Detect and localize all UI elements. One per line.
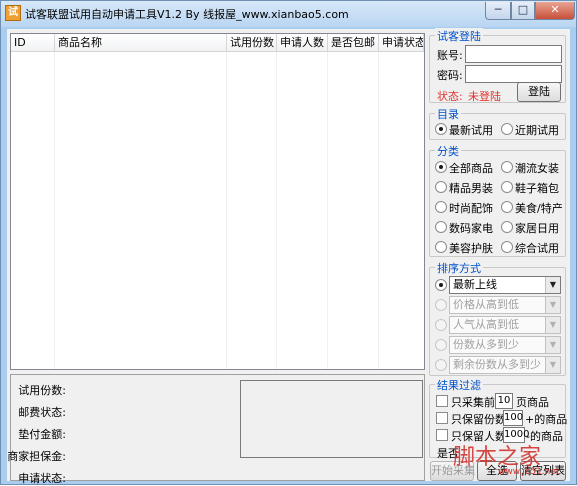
- chevron-down-icon[interactable]: ▼: [545, 277, 560, 293]
- grid-line: [327, 52, 328, 369]
- radio-latest-trial[interactable]: [435, 123, 447, 135]
- collect-pages-input[interactable]: 10: [495, 393, 513, 409]
- chevron-down-icon[interactable]: ▼: [545, 317, 560, 333]
- category-label[interactable]: 家居日用: [515, 220, 559, 236]
- column-trial-count[interactable]: 试用份数: [227, 34, 277, 52]
- sort-price-value: 价格从高到低: [453, 298, 519, 311]
- radio-sort-remaining[interactable]: [435, 359, 447, 371]
- category-label[interactable]: 美容护肤: [449, 240, 493, 256]
- column-applicants[interactable]: 申请人数: [277, 34, 328, 52]
- radio-recent-trial[interactable]: [501, 123, 513, 135]
- sort-popularity-select[interactable]: 人气从高到低 ▼: [449, 316, 561, 334]
- minimize-button[interactable]: ─: [485, 2, 511, 20]
- category-group-title: 分类: [435, 143, 461, 159]
- sort-remaining-value: 剩余份数从多到少: [453, 358, 541, 371]
- radio-digital[interactable]: [435, 221, 447, 233]
- keep-count-suffix: +的商品: [525, 413, 568, 426]
- sort-popularity-value: 人气从高到低: [453, 318, 519, 331]
- grid-line: [226, 52, 227, 369]
- chevron-down-icon[interactable]: ▼: [545, 357, 560, 373]
- account-label: 账号:: [437, 49, 463, 62]
- grid-line: [54, 52, 55, 369]
- category-group: 分类 全部商品 潮流女装 精品男装 鞋子箱包 时尚配饰 美食/特产 数码家电 家…: [429, 143, 566, 257]
- filter-group-title: 结果过滤: [435, 377, 483, 393]
- advance-amount-label: 垫付金额:: [18, 428, 66, 441]
- recent-trial-label[interactable]: 近期试用: [515, 122, 559, 138]
- shipping-status-label: 邮费状态:: [18, 406, 66, 419]
- login-status-label: 状态:: [437, 90, 463, 103]
- radio-food[interactable]: [501, 201, 513, 213]
- client-area: ID 商品名称 试用份数 申请人数 是否包邮 申请状态 试用份数: 邮费状态: …: [7, 28, 570, 485]
- category-label[interactable]: 鞋子箱包: [515, 180, 559, 196]
- keep-applicants-checkbox[interactable]: [436, 429, 448, 441]
- radio-accessories[interactable]: [435, 201, 447, 213]
- account-input[interactable]: [465, 45, 562, 63]
- product-image-box: [240, 380, 423, 458]
- category-label[interactable]: 美食/特产: [515, 200, 563, 216]
- radio-men-clothing[interactable]: [435, 181, 447, 193]
- list-header: ID 商品名称 试用份数 申请人数 是否包邮 申请状态: [11, 34, 424, 52]
- radio-sort-count[interactable]: [435, 339, 447, 351]
- apply-status-label: 申请状态:: [18, 472, 66, 485]
- close-button[interactable]: ✕: [535, 2, 575, 20]
- collect-pages-prefix: 只采集前: [451, 396, 495, 409]
- sort-newest-value: 最新上线: [453, 278, 497, 291]
- sort-remaining-select[interactable]: 剩余份数从多到少 ▼: [449, 356, 561, 374]
- chevron-down-icon[interactable]: ▼: [545, 337, 560, 353]
- column-free-shipping[interactable]: 是否包邮: [328, 34, 379, 52]
- window-title: 试客联盟试用自动申请工具V1.2 By 线报屋_www.xianbao5.com: [25, 8, 349, 21]
- category-label[interactable]: 时尚配饰: [449, 200, 493, 216]
- column-id[interactable]: ID: [11, 34, 55, 52]
- login-group-title: 试客登陆: [435, 28, 483, 44]
- radio-home[interactable]: [501, 221, 513, 233]
- app-logo-icon: 试: [5, 5, 21, 21]
- sort-price-select[interactable]: 价格从高到低 ▼: [449, 296, 561, 314]
- keep-count-prefix: 只保留份数: [451, 413, 506, 426]
- collect-pages-suffix: 页商品: [516, 396, 549, 409]
- keep-count-checkbox[interactable]: [436, 412, 448, 424]
- app-window: 试 试客联盟试用自动申请工具V1.2 By 线报屋_www.xianbao5.c…: [0, 0, 577, 485]
- details-panel: 试用份数: 邮费状态: 垫付金额: 商家担保金: 申请状态:: [7, 374, 425, 485]
- sort-group: 排序方式 最新上线 ▼ 价格从高到低 ▼ 人气从高到低 ▼ 份数从多到少 ▼ 剩…: [429, 260, 566, 376]
- title-bar[interactable]: 试 试客联盟试用自动申请工具V1.2 By 线报屋_www.xianbao5.c…: [1, 1, 576, 27]
- maximize-button[interactable]: □: [511, 2, 535, 20]
- radio-all-products[interactable]: [435, 161, 447, 173]
- catalog-group: 目录 最新试用 近期试用: [429, 106, 566, 140]
- column-product-name[interactable]: 商品名称: [55, 34, 227, 52]
- login-group: 试客登陆 账号: 密码: 状态: 未登陆 登陆: [429, 28, 566, 103]
- catalog-group-title: 目录: [435, 106, 461, 122]
- sort-newest-select[interactable]: 最新上线 ▼: [449, 276, 561, 294]
- category-label[interactable]: 综合试用: [515, 240, 559, 256]
- category-label[interactable]: 精品男装: [449, 180, 493, 196]
- radio-sort-newest[interactable]: [435, 279, 447, 291]
- radio-fashion-women[interactable]: [501, 161, 513, 173]
- category-label[interactable]: 潮流女装: [515, 160, 559, 176]
- keep-count-input[interactable]: 100: [503, 410, 523, 426]
- radio-shoes-bags[interactable]: [501, 181, 513, 193]
- sort-count-value: 份数从多到少: [453, 338, 519, 351]
- grid-line: [378, 52, 379, 369]
- category-label[interactable]: 数码家电: [449, 220, 493, 236]
- grid-line: [276, 52, 277, 369]
- watermark-url: www.jb51.net: [498, 467, 560, 477]
- password-input[interactable]: [465, 65, 562, 83]
- merchant-deposit-label: 商家担保金:: [7, 450, 66, 463]
- sort-count-select[interactable]: 份数从多到少 ▼: [449, 336, 561, 354]
- radio-sort-price[interactable]: [435, 299, 447, 311]
- trial-count-label: 试用份数:: [18, 384, 66, 397]
- category-label[interactable]: 全部商品: [449, 160, 493, 176]
- login-status-value: 未登陆: [468, 90, 501, 103]
- column-apply-status[interactable]: 申请状态: [379, 34, 424, 52]
- chevron-down-icon[interactable]: ▼: [545, 297, 560, 313]
- product-list[interactable]: ID 商品名称 试用份数 申请人数 是否包邮 申请状态: [10, 33, 425, 370]
- password-label: 密码:: [437, 69, 463, 82]
- login-button[interactable]: 登陆: [517, 82, 561, 102]
- radio-general[interactable]: [501, 241, 513, 253]
- radio-sort-popularity[interactable]: [435, 319, 447, 331]
- collect-pages-checkbox[interactable]: [436, 395, 448, 407]
- radio-beauty[interactable]: [435, 241, 447, 253]
- sort-group-title: 排序方式: [435, 260, 483, 276]
- latest-trial-label[interactable]: 最新试用: [449, 122, 493, 138]
